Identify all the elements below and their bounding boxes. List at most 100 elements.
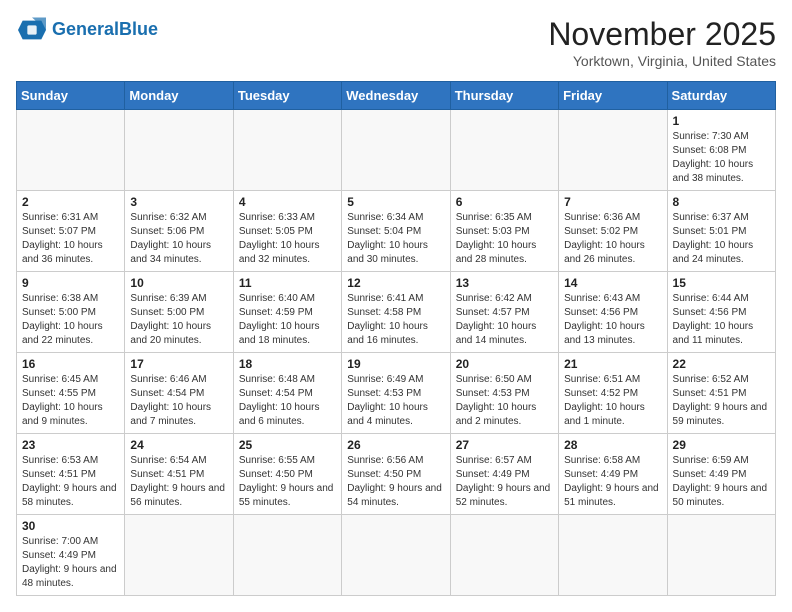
day-info: Sunrise: 6:40 AM Sunset: 4:59 PM Dayligh… <box>239 292 336 348</box>
calendar-week-row: 30Sunrise: 7:00 AM Sunset: 4:49 PM Dayli… <box>17 515 776 596</box>
logo-text: GeneralBlue <box>52 20 158 40</box>
day-info: Sunrise: 6:31 AM Sunset: 5:07 PM Dayligh… <box>22 211 119 267</box>
title-block: November 2025 Yorktown, Virginia, United… <box>548 16 776 69</box>
calendar-week-row: 23 Sunrise: 6:53 AM Sunset: 4:51 PM Dayli… <box>17 434 776 515</box>
day-number: 11 <box>239 276 336 290</box>
calendar-cell: 18 Sunrise: 6:48 AM Sunset: 4:54 PM Dayli… <box>233 353 341 434</box>
day-number: 15 <box>673 276 770 290</box>
day-info: Sunrise: 6:57 AM Sunset: 4:49 PM Dayligh… <box>456 454 553 510</box>
calendar-cell <box>667 515 775 596</box>
weekday-header-wednesday: Wednesday <box>342 82 450 110</box>
calendar-cell: 14 Sunrise: 6:43 AM Sunset: 4:56 PM Dayli… <box>559 272 667 353</box>
calendar-cell: 16 Sunrise: 6:45 AM Sunset: 4:55 PM Dayli… <box>17 353 125 434</box>
day-number: 25 <box>239 438 336 452</box>
calendar-cell: 7Sunrise: 6:36 AM Sunset: 5:02 PM Daylig… <box>559 191 667 272</box>
calendar-cell <box>125 515 233 596</box>
calendar-cell <box>17 110 125 191</box>
calendar-cell: 15 Sunrise: 6:44 AM Sunset: 4:56 PM Dayli… <box>667 272 775 353</box>
calendar-week-row: 2Sunrise: 6:31 AM Sunset: 5:07 PM Daylig… <box>17 191 776 272</box>
calendar-cell: 21 Sunrise: 6:51 AM Sunset: 4:52 PM Dayli… <box>559 353 667 434</box>
day-info: Sunrise: 6:34 AM Sunset: 5:04 PM Dayligh… <box>347 211 444 267</box>
calendar-cell: 10Sunrise: 6:39 AM Sunset: 5:00 PM Dayli… <box>125 272 233 353</box>
calendar-cell: 6Sunrise: 6:35 AM Sunset: 5:03 PM Daylig… <box>450 191 558 272</box>
day-number: 18 <box>239 357 336 371</box>
day-info: Sunrise: 6:42 AM Sunset: 4:57 PM Dayligh… <box>456 292 553 348</box>
day-info: Sunrise: 6:48 AM Sunset: 4:54 PM Dayligh… <box>239 373 336 429</box>
location-title: Yorktown, Virginia, United States <box>548 53 776 69</box>
weekday-header-friday: Friday <box>559 82 667 110</box>
calendar-cell <box>450 515 558 596</box>
weekday-header-monday: Monday <box>125 82 233 110</box>
weekday-header-saturday: Saturday <box>667 82 775 110</box>
day-number: 3 <box>130 195 227 209</box>
calendar-cell: 2Sunrise: 6:31 AM Sunset: 5:07 PM Daylig… <box>17 191 125 272</box>
weekday-header-row: SundayMondayTuesdayWednesdayThursdayFrid… <box>17 82 776 110</box>
day-number: 1 <box>673 114 770 128</box>
calendar-cell: 20 Sunrise: 6:50 AM Sunset: 4:53 PM Dayli… <box>450 353 558 434</box>
calendar-cell: 3 Sunrise: 6:32 AM Sunset: 5:06 PM Daylig… <box>125 191 233 272</box>
calendar-cell: 25 Sunrise: 6:55 AM Sunset: 4:50 PM Dayli… <box>233 434 341 515</box>
day-info: Sunrise: 6:33 AM Sunset: 5:05 PM Dayligh… <box>239 211 336 267</box>
month-title: November 2025 <box>548 16 776 53</box>
day-info: Sunrise: 6:50 AM Sunset: 4:53 PM Dayligh… <box>456 373 553 429</box>
weekday-header-thursday: Thursday <box>450 82 558 110</box>
day-number: 22 <box>673 357 770 371</box>
day-info: Sunrise: 6:46 AM Sunset: 4:54 PM Dayligh… <box>130 373 227 429</box>
calendar-cell: 19 Sunrise: 6:49 AM Sunset: 4:53 PM Dayli… <box>342 353 450 434</box>
day-info: Sunrise: 6:53 AM Sunset: 4:51 PM Dayligh… <box>22 454 119 510</box>
day-number: 23 <box>22 438 119 452</box>
day-info: Sunrise: 6:41 AM Sunset: 4:58 PM Dayligh… <box>347 292 444 348</box>
day-number: 7 <box>564 195 661 209</box>
logo-icon <box>16 16 48 44</box>
day-info: Sunrise: 6:55 AM Sunset: 4:50 PM Dayligh… <box>239 454 336 510</box>
calendar-cell <box>559 515 667 596</box>
calendar-cell <box>125 110 233 191</box>
day-info: Sunrise: 6:56 AM Sunset: 4:50 PM Dayligh… <box>347 454 444 510</box>
calendar-cell: 24 Sunrise: 6:54 AM Sunset: 4:51 PM Dayli… <box>125 434 233 515</box>
calendar-cell <box>342 110 450 191</box>
day-info: Sunrise: 6:52 AM Sunset: 4:51 PM Dayligh… <box>673 373 770 429</box>
calendar-cell <box>342 515 450 596</box>
day-info: Sunrise: 6:43 AM Sunset: 4:56 PM Dayligh… <box>564 292 661 348</box>
day-number: 26 <box>347 438 444 452</box>
calendar-cell: 9 Sunrise: 6:38 AM Sunset: 5:00 PM Daylig… <box>17 272 125 353</box>
page-header: GeneralBlue November 2025 Yorktown, Virg… <box>16 16 776 69</box>
calendar-cell: 11 Sunrise: 6:40 AM Sunset: 4:59 PM Dayli… <box>233 272 341 353</box>
day-info: Sunrise: 6:49 AM Sunset: 4:53 PM Dayligh… <box>347 373 444 429</box>
calendar-cell: 22 Sunrise: 6:52 AM Sunset: 4:51 PM Dayli… <box>667 353 775 434</box>
day-info: Sunrise: 6:38 AM Sunset: 5:00 PM Dayligh… <box>22 292 119 348</box>
calendar-week-row: 16 Sunrise: 6:45 AM Sunset: 4:55 PM Dayli… <box>17 353 776 434</box>
calendar-week-row: 9 Sunrise: 6:38 AM Sunset: 5:00 PM Daylig… <box>17 272 776 353</box>
logo: GeneralBlue <box>16 16 158 44</box>
day-number: 9 <box>22 276 119 290</box>
day-info: Sunrise: 6:58 AM Sunset: 4:49 PM Dayligh… <box>564 454 661 510</box>
weekday-header-sunday: Sunday <box>17 82 125 110</box>
day-info: Sunrise: 6:51 AM Sunset: 4:52 PM Dayligh… <box>564 373 661 429</box>
day-info: Sunrise: 7:30 AM Sunset: 6:08 PM Dayligh… <box>673 130 770 186</box>
calendar-cell <box>233 515 341 596</box>
calendar-week-row: 1 Sunrise: 7:30 AM Sunset: 6:08 PM Daylig… <box>17 110 776 191</box>
day-info: Sunrise: 6:54 AM Sunset: 4:51 PM Dayligh… <box>130 454 227 510</box>
calendar-cell: 12Sunrise: 6:41 AM Sunset: 4:58 PM Dayli… <box>342 272 450 353</box>
day-number: 24 <box>130 438 227 452</box>
day-info: Sunrise: 6:45 AM Sunset: 4:55 PM Dayligh… <box>22 373 119 429</box>
day-number: 20 <box>456 357 553 371</box>
day-number: 17 <box>130 357 227 371</box>
calendar-cell: 30Sunrise: 7:00 AM Sunset: 4:49 PM Dayli… <box>17 515 125 596</box>
calendar-cell: 1 Sunrise: 7:30 AM Sunset: 6:08 PM Daylig… <box>667 110 775 191</box>
calendar-cell: 26 Sunrise: 6:56 AM Sunset: 4:50 PM Dayli… <box>342 434 450 515</box>
day-info: Sunrise: 6:59 AM Sunset: 4:49 PM Dayligh… <box>673 454 770 510</box>
day-info: Sunrise: 6:44 AM Sunset: 4:56 PM Dayligh… <box>673 292 770 348</box>
day-number: 16 <box>22 357 119 371</box>
calendar-cell <box>559 110 667 191</box>
day-number: 19 <box>347 357 444 371</box>
day-number: 14 <box>564 276 661 290</box>
day-info: Sunrise: 7:00 AM Sunset: 4:49 PM Dayligh… <box>22 535 119 591</box>
day-number: 27 <box>456 438 553 452</box>
calendar-cell: 28Sunrise: 6:58 AM Sunset: 4:49 PM Dayli… <box>559 434 667 515</box>
day-info: Sunrise: 6:32 AM Sunset: 5:06 PM Dayligh… <box>130 211 227 267</box>
calendar-cell: 5Sunrise: 6:34 AM Sunset: 5:04 PM Daylig… <box>342 191 450 272</box>
day-number: 21 <box>564 357 661 371</box>
calendar-cell: 17 Sunrise: 6:46 AM Sunset: 4:54 PM Dayli… <box>125 353 233 434</box>
day-number: 6 <box>456 195 553 209</box>
